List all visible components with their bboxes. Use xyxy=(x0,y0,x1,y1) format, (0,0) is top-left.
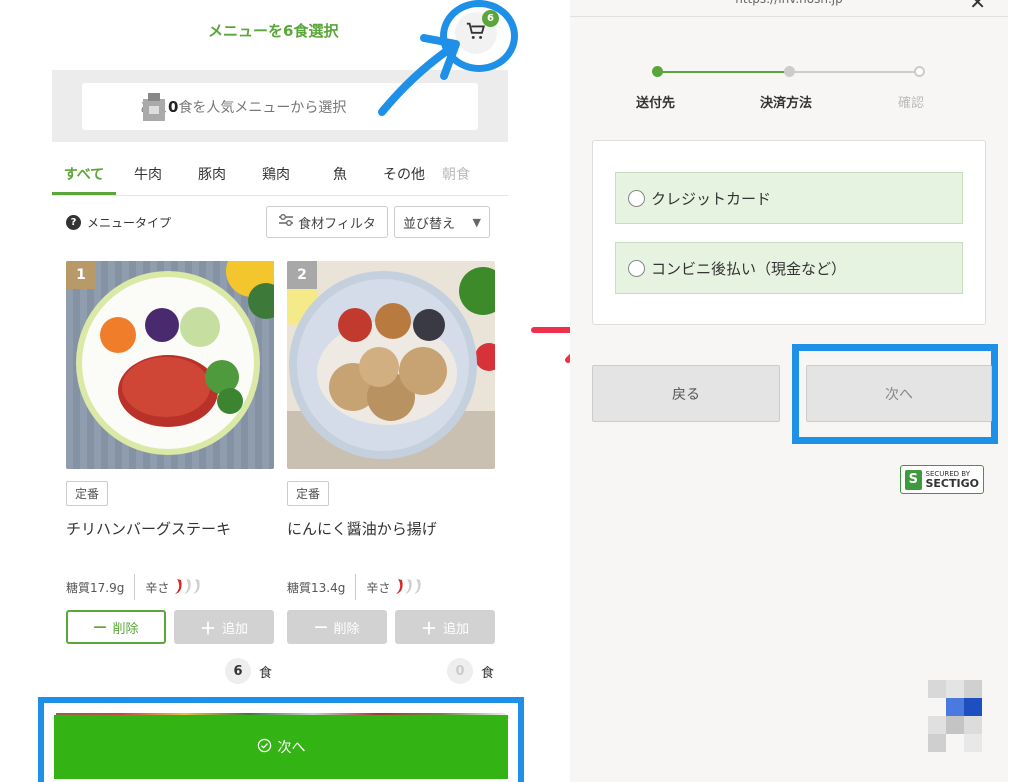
payment-method-screen: https://inv.nosh.jp ✕ 送付先 決済方法 確認 クレジットカ… xyxy=(570,0,1008,782)
add-label: 追加 xyxy=(443,621,470,637)
next-button[interactable]: 次へ xyxy=(54,715,508,779)
spice-label: 辛さ xyxy=(145,580,170,595)
plus-icon: ＋ xyxy=(420,619,437,638)
food-photo-hamburg: 1 xyxy=(66,261,274,469)
minus-icon: — xyxy=(314,619,328,635)
next-label: 次へ xyxy=(277,740,306,756)
close-icon[interactable]: ✕ xyxy=(969,0,986,14)
step-dot-current xyxy=(784,66,795,77)
sort-dropdown[interactable]: 並び替え ▼ xyxy=(394,206,490,238)
menu-type-label: メニュータイプ xyxy=(87,216,172,230)
chili-pepper-icon xyxy=(173,577,203,598)
url-bar: https://inv.nosh.jp xyxy=(570,0,1008,14)
tab-other[interactable]: その他 xyxy=(372,158,436,195)
radio-button[interactable] xyxy=(628,259,645,277)
filter-icon xyxy=(278,213,294,231)
pixelated-overlay xyxy=(928,680,1002,762)
nutrition-meta: 糖質17.9g 辛さ xyxy=(66,574,203,600)
delete-label: 削除 xyxy=(112,621,139,637)
filter-label: 食材フィルタ xyxy=(298,216,376,232)
step-dot-pending xyxy=(914,66,925,77)
add-label: 追加 xyxy=(222,621,249,637)
delete-button[interactable]: — 削除 xyxy=(287,610,387,644)
tab-breakfast[interactable]: 朝食 xyxy=(436,158,476,195)
tab-beef[interactable]: 牛肉 xyxy=(116,158,180,195)
category-tabs: すべて 牛肉 豚肉 鶏肉 魚 その他 朝食 xyxy=(52,158,508,196)
carbs-value: 糖質17.9g xyxy=(66,580,125,595)
meal-count-value: 0 xyxy=(447,658,473,684)
minus-icon: — xyxy=(93,619,107,635)
check-circle-icon xyxy=(257,738,272,757)
rank-badge: 1 xyxy=(66,261,96,289)
back-button[interactable]: 戻る xyxy=(592,365,780,422)
menu-card[interactable]: 2 定番 にんにく醤油から揚げ xyxy=(287,261,495,539)
add-button[interactable]: ＋ 追加 xyxy=(174,610,274,644)
remaining-count: 0 xyxy=(168,97,179,116)
sectigo-logo-icon: S xyxy=(905,469,922,490)
question-icon: ? xyxy=(66,215,81,230)
tab-fish[interactable]: 魚 xyxy=(308,158,372,195)
payment-option-credit-card[interactable]: クレジットカード xyxy=(615,172,963,224)
annotation-arrow-icon xyxy=(378,34,460,116)
menu-tag: 定番 xyxy=(287,481,330,506)
meal-count-value: 6 xyxy=(225,658,251,684)
food-photo-karaage: 2 xyxy=(287,261,495,469)
step-label-confirm: 確認 xyxy=(898,96,925,111)
checkout-stepper: 送付先 決済方法 確認 xyxy=(630,66,950,116)
page-title: メニューを6食選択 xyxy=(208,22,339,40)
tab-chicken[interactable]: 鶏肉 xyxy=(244,158,308,195)
menu-tag: 定番 xyxy=(66,481,109,506)
dish-name: チリハンバーグステーキ xyxy=(66,520,232,538)
progress-suffix: 食を人気メニューから選択 xyxy=(178,99,347,116)
radio-button[interactable] xyxy=(628,189,645,207)
tab-all[interactable]: すべて xyxy=(52,158,116,195)
next-button-highlight: 次へ xyxy=(38,697,524,782)
payment-option-convenience-store[interactable]: コンビニ後払い（現金など） xyxy=(615,242,963,294)
meal-count: 0 食 xyxy=(447,658,494,684)
meal-count: 6 食 xyxy=(225,658,272,684)
triangle-down-icon: ▼ xyxy=(472,215,481,229)
carbs-value: 糖質13.4g xyxy=(287,580,346,595)
next-button[interactable]: 次へ xyxy=(806,365,992,422)
spice-label: 辛さ xyxy=(366,580,391,595)
ingredient-filter-button[interactable]: 食材フィルタ xyxy=(266,206,388,238)
meal-unit: 食 xyxy=(259,665,273,681)
meal-unit: 食 xyxy=(481,665,495,681)
payment-options-box: クレジットカード コンビニ後払い（現金など） xyxy=(592,140,986,325)
rank-badge: 2 xyxy=(287,261,317,289)
plus-icon: ＋ xyxy=(199,619,216,638)
step-dot-done xyxy=(652,66,663,77)
shopping-bag-icon xyxy=(140,91,168,127)
badge-big-text: SECTIGO xyxy=(925,476,980,490)
sort-label: 並び替え xyxy=(403,216,456,232)
delete-label: 削除 xyxy=(333,621,360,637)
menu-type-help[interactable]: ? メニュータイプ xyxy=(66,214,171,231)
add-button[interactable]: ＋ 追加 xyxy=(395,610,495,644)
dish-name: にんにく醤油から揚げ xyxy=(287,520,437,538)
step-label-shipping: 送付先 xyxy=(636,96,676,111)
step-label-payment: 決済方法 xyxy=(760,96,813,111)
delete-button[interactable]: — 削除 xyxy=(66,610,166,644)
payment-option-label: クレジットカード xyxy=(651,189,772,208)
chili-pepper-icon xyxy=(394,577,424,598)
nutrition-meta: 糖質13.4g 辛さ xyxy=(287,574,424,600)
menu-card[interactable]: 1 定番 チリハンバーグステーキ xyxy=(66,261,274,539)
tab-pork[interactable]: 豚肉 xyxy=(180,158,244,195)
sectigo-badge: S SECURED BY SECTIGO xyxy=(900,465,984,494)
menu-selection-screen: メニューを6食選択 6 あと0食を人気メニューから選択 すべて 牛肉 豚肉 鶏肉… xyxy=(0,0,560,782)
payment-option-label: コンビニ後払い（現金など） xyxy=(651,259,847,278)
